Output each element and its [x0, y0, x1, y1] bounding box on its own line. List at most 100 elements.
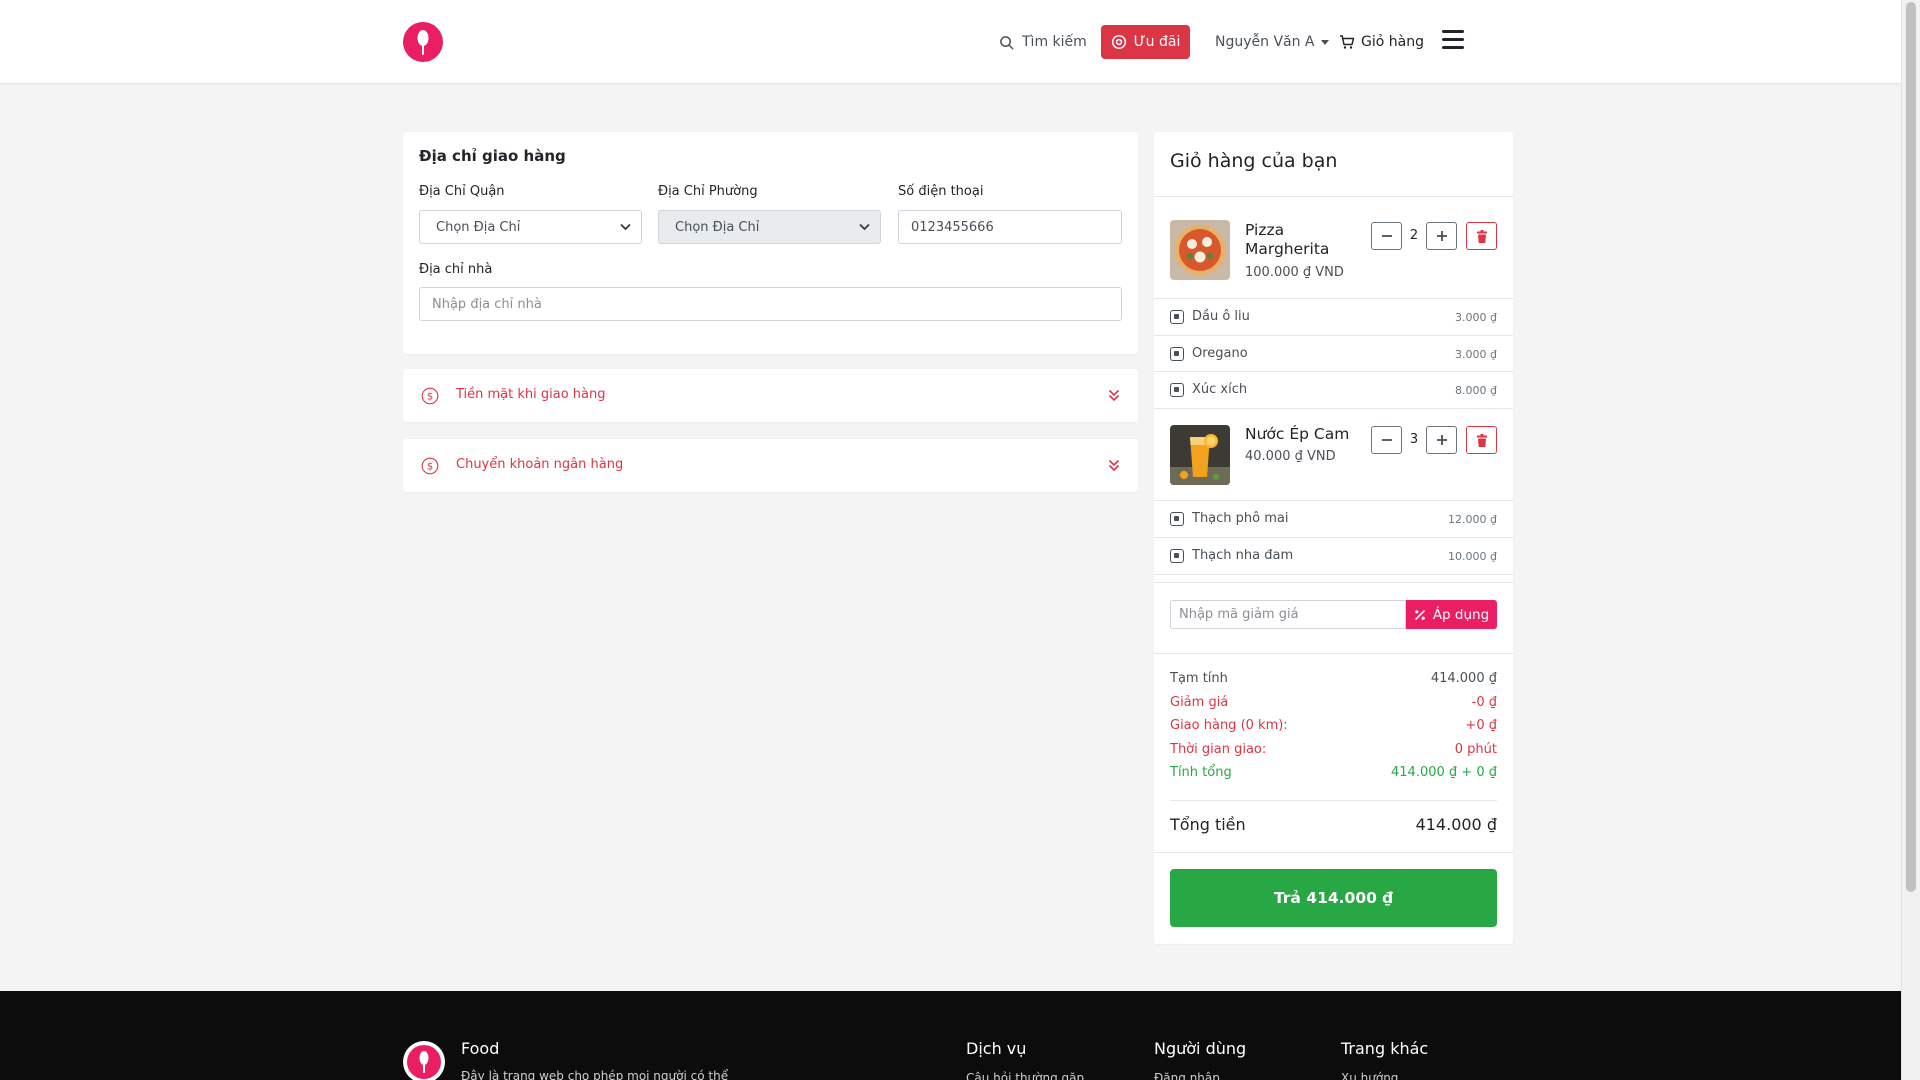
divider: [1154, 852, 1513, 853]
checkbox-icon[interactable]: [1170, 310, 1184, 324]
product-image-pizza: [1170, 220, 1230, 280]
trash-icon: [1476, 229, 1487, 243]
grand-total-value: 414.000 ₫: [1415, 815, 1497, 834]
divider: [1154, 196, 1513, 197]
footer-col-services: Dịch vụ: [966, 1039, 1027, 1058]
delivery-time-row: Thời gian giao: 0 phút: [1170, 742, 1497, 760]
payment-option-cash[interactable]: $ Tiền mặt khi giao hàng: [403, 369, 1138, 422]
topping-row[interactable]: Thạch nha đam 10.000 ₫: [1154, 538, 1513, 574]
calc-total-label: Tính tổng: [1170, 765, 1232, 780]
decrease-qty-button[interactable]: [1371, 426, 1402, 454]
home-address-label: Địa chỉ nhà: [419, 262, 493, 277]
search-link[interactable]: Tìm kiếm: [999, 31, 1087, 53]
plus-icon: [1436, 231, 1447, 241]
page-scrollbar[interactable]: [1901, 0, 1920, 1080]
topping-name: Thạch phô mai: [1192, 511, 1289, 526]
cart-link[interactable]: Giỏ hàng: [1339, 31, 1424, 53]
topping-row[interactable]: Xúc xích 8.000 ₫: [1154, 372, 1513, 408]
top-navbar: Tìm kiếm Ưu đãi Nguyễn Văn A Giỏ hàng: [0, 0, 1901, 84]
remove-item-button[interactable]: [1466, 222, 1497, 250]
increase-qty-button[interactable]: [1426, 426, 1457, 454]
topping-row[interactable]: Oregano 3.000 ₫: [1154, 336, 1513, 372]
product-price: 100.000 ₫ VND: [1245, 265, 1344, 280]
topping-name: Oregano: [1192, 346, 1248, 361]
percent-icon: [1414, 609, 1425, 620]
topping-name: Dầu ô liu: [1192, 309, 1250, 324]
payment-option-bank[interactable]: $ Chuyển khoản ngân hàng: [403, 439, 1138, 492]
footer-link-login[interactable]: Đăng nhập: [1154, 1071, 1220, 1080]
quantity-value: 3: [1409, 432, 1419, 447]
double-chevron-down-icon: [1108, 459, 1120, 472]
divider: [1154, 574, 1513, 575]
divider: [1154, 653, 1513, 654]
footer-link-trends[interactable]: Xu hướng: [1341, 1071, 1398, 1080]
remove-item-button[interactable]: [1466, 426, 1497, 454]
apply-coupon-button[interactable]: Áp dụng: [1406, 600, 1497, 629]
topping-name: Thạch nha đam: [1192, 548, 1294, 563]
footer-brand: Food: [461, 1039, 500, 1058]
trash-icon: [1476, 433, 1487, 447]
checkbox-icon[interactable]: [1170, 512, 1184, 526]
discount-label: Giảm giá: [1170, 695, 1229, 710]
topping-price: 3.000 ₫: [1455, 311, 1497, 324]
product-image-orange-juice: [1170, 425, 1230, 485]
discount-value: -0 ₫: [1471, 695, 1497, 710]
bank-label: Chuyển khoản ngân hàng: [456, 457, 624, 472]
topping-price: 3.000 ₫: [1455, 348, 1497, 361]
discount-row: Giảm giá -0 ₫: [1170, 695, 1497, 713]
footer: Food Đây là trang web cho phép mọi người…: [0, 991, 1901, 1080]
promo-button[interactable]: Ưu đãi: [1101, 25, 1190, 59]
home-address-input[interactable]: Nhập địa chỉ nhà: [419, 287, 1122, 321]
topping-row[interactable]: Dầu ô liu 3.000 ₫: [1154, 299, 1513, 335]
district-value: Chọn Địa Chỉ: [436, 219, 521, 235]
product-name: Pizza Margherita: [1245, 221, 1330, 258]
menu-icon[interactable]: [1442, 30, 1464, 52]
topping-name: Xúc xích: [1192, 382, 1248, 397]
checkbox-icon[interactable]: [1170, 347, 1184, 361]
delivery-time-label: Thời gian giao:: [1170, 742, 1267, 757]
checkbox-icon[interactable]: [1170, 383, 1184, 397]
product-name: Nước Ép Cam: [1245, 425, 1350, 443]
scrollbar-thumb[interactable]: [1906, 2, 1916, 892]
topping-price: 12.000 ₫: [1448, 513, 1497, 526]
delivery-address-card: Địa chỉ giao hàng Địa Chỉ Quận Chọn Địa …: [403, 132, 1138, 354]
checkbox-icon[interactable]: [1170, 549, 1184, 563]
grand-total-label: Tổng tiền: [1170, 815, 1246, 834]
minus-icon: [1381, 439, 1392, 441]
coupon-input[interactable]: Nhập mã giảm giá: [1170, 600, 1406, 629]
minus-icon: [1381, 235, 1392, 237]
footer-description: Đây là trang web cho phép mọi người có t…: [461, 1069, 729, 1080]
svg-text:$: $: [427, 462, 433, 473]
promo-icon: [1111, 34, 1126, 50]
quantity-value: 2: [1409, 228, 1419, 243]
plus-icon: [1436, 435, 1447, 445]
footer-logo-icon[interactable]: [403, 1041, 445, 1080]
svg-text:$: $: [427, 392, 433, 403]
increase-qty-button[interactable]: [1426, 222, 1457, 250]
user-dropdown[interactable]: Nguyễn Văn A: [1215, 31, 1329, 53]
footer-link-faq[interactable]: Câu hỏi thường gặp: [966, 1071, 1084, 1080]
topping-row[interactable]: Thạch phô mai 12.000 ₫: [1154, 501, 1513, 537]
topping-price: 8.000 ₫: [1455, 384, 1497, 397]
district-label: Địa Chỉ Quận: [419, 184, 505, 199]
pay-button[interactable]: Trả 414.000 ₫: [1170, 869, 1497, 927]
ward-value: Chọn Địa Chỉ: [675, 219, 760, 235]
topping-price: 10.000 ₫: [1448, 550, 1497, 563]
shipping-row: Giao hàng (0 km): +0 ₫: [1170, 718, 1497, 736]
phone-input[interactable]: 0123455666: [898, 210, 1122, 244]
cart-icon: [1340, 35, 1355, 49]
dollar-circle-icon: $: [421, 387, 439, 405]
search-icon: [1000, 35, 1014, 49]
subtotal-row: Tạm tính 414.000 ₫: [1170, 671, 1497, 689]
logo-icon[interactable]: [403, 22, 443, 62]
divider: [1170, 800, 1497, 801]
calc-total-row: Tính tổng 414.000 ₫ + 0 ₫: [1170, 765, 1497, 783]
footer-col-users: Người dùng: [1154, 1039, 1247, 1058]
ward-select[interactable]: Chọn Địa Chỉ: [658, 210, 881, 244]
delivery-time-value: 0 phút: [1454, 742, 1497, 757]
cart-card: Giỏ hàng của bạn Pizza Margherita 100.00…: [1154, 132, 1513, 944]
district-select[interactable]: Chọn Địa Chỉ: [419, 210, 642, 244]
search-label: Tìm kiếm: [1022, 34, 1087, 50]
decrease-qty-button[interactable]: [1371, 222, 1402, 250]
calc-total-value: 414.000 ₫ + 0 ₫: [1391, 765, 1497, 780]
